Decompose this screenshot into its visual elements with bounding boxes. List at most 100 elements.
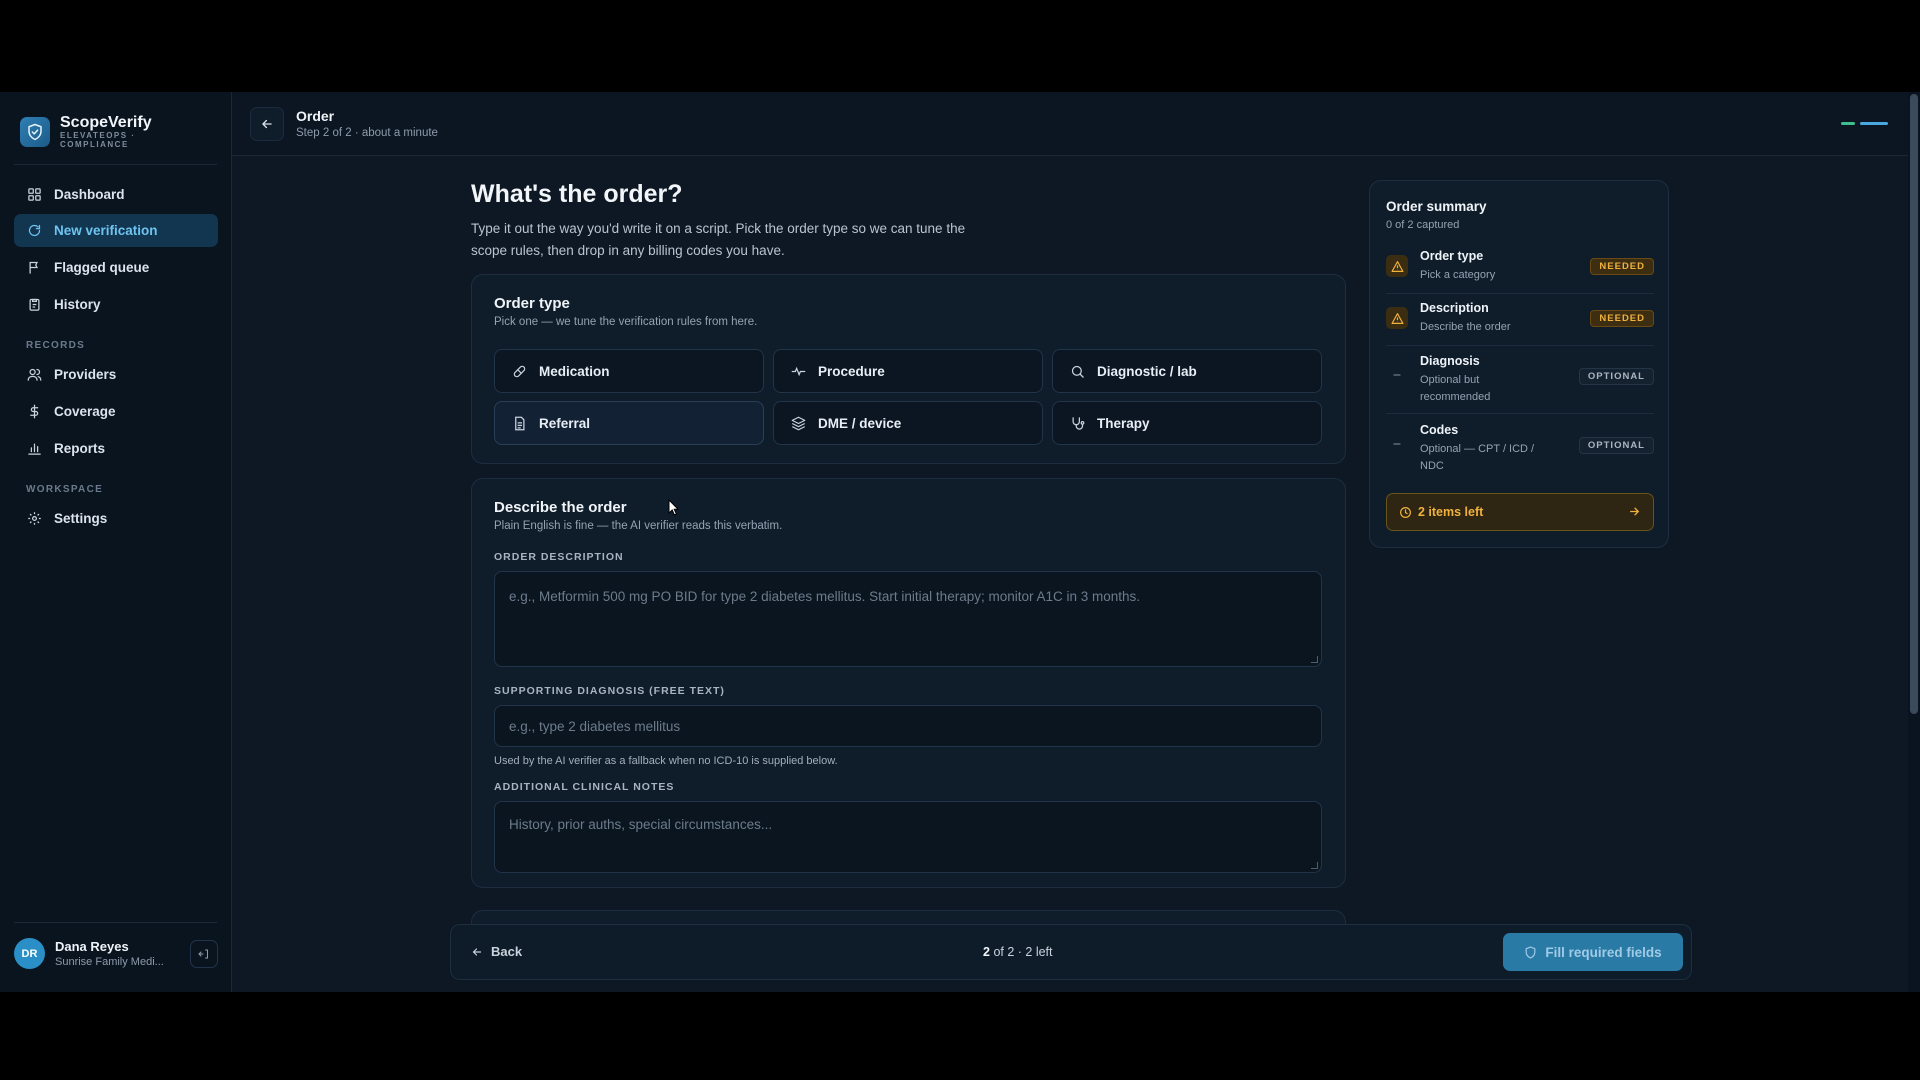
sidebar-item-dashboard[interactable]: Dashboard	[14, 178, 218, 211]
summary-item-sub: Optional but recommended	[1420, 374, 1491, 403]
top-header: Order Step 2 of 2 · about a minute	[232, 92, 1920, 156]
step-indicator-done	[1841, 122, 1855, 125]
summary-subtitle: 0 of 2 captured	[1386, 219, 1460, 231]
flag-icon	[26, 260, 42, 276]
resize-handle-icon[interactable]	[1311, 862, 1318, 869]
divider	[14, 164, 217, 165]
dollar-icon	[26, 404, 42, 420]
status-badge: OPTIONAL	[1578, 368, 1654, 385]
order-type-card: Order type Pick one — we tune the verifi…	[471, 274, 1346, 464]
summary-item-sub: Describe the order	[1420, 321, 1511, 333]
bar-chart-icon	[26, 441, 42, 457]
shield-icon	[1525, 945, 1536, 959]
layers-icon	[790, 415, 806, 431]
header-title: Order	[296, 108, 335, 124]
status-badge: OPTIONAL	[1578, 437, 1654, 454]
warning-icon	[1386, 307, 1408, 329]
scrollbar-thumb[interactable]	[1910, 94, 1918, 714]
step-counter: 2 of 2 · 2 left	[983, 945, 1053, 959]
warning-icon	[1386, 255, 1408, 277]
user-profile[interactable]: DR Dana Reyes Sunrise Family Medi...	[14, 938, 218, 969]
items-left-button[interactable]: 2 items left	[1386, 493, 1654, 531]
brand-subtitle-1: ELEVATEOPS ·	[60, 131, 136, 140]
summary-item-title: Codes	[1420, 423, 1459, 437]
divider	[1386, 413, 1654, 414]
pulse-icon	[790, 363, 806, 379]
users-icon	[26, 367, 42, 383]
step-current: 2	[983, 945, 990, 959]
describe-order-card: Describe the order Plain English is fine…	[471, 478, 1346, 888]
clinical-notes-label: ADDITIONAL CLINICAL NOTES	[494, 781, 675, 793]
card-title: Describe the order	[494, 499, 627, 516]
order-type-procedure[interactable]: Procedure	[773, 349, 1043, 393]
sidebar-item-label: Providers	[54, 367, 117, 382]
back-button[interactable]: Back	[471, 944, 522, 959]
card-title: Order type	[494, 295, 570, 312]
divider	[1386, 345, 1654, 346]
sidebar-item-label: Reports	[54, 441, 106, 456]
step-progress	[1841, 122, 1888, 125]
sidebar-item-providers[interactable]: Providers	[14, 358, 218, 391]
sidebar-item-history[interactable]: History	[14, 288, 218, 321]
diagnosis-hint: Used by the AI verifier as a fallback wh…	[494, 755, 838, 767]
option-label: Procedure	[818, 363, 885, 379]
fill-button-label: Fill required fields	[1545, 944, 1662, 960]
status-badge: NEEDED	[1590, 258, 1654, 275]
arrow-left-icon	[472, 947, 482, 956]
brand[interactable]: ScopeVerify ELEVATEOPS · COMPLIANCE	[20, 114, 152, 149]
order-type-dme-device[interactable]: DME / device	[773, 401, 1043, 445]
card-subtitle: Plain English is fine — the AI verifier …	[494, 520, 783, 532]
option-label: DME / device	[818, 415, 902, 431]
placeholder: e.g., type 2 diabetes mellitus	[509, 719, 681, 734]
sidebar-item-settings[interactable]: Settings	[14, 502, 218, 535]
step-rest: of 2 · 2 left	[993, 945, 1053, 959]
supporting-diagnosis-input[interactable]: e.g., type 2 diabetes mellitus	[494, 705, 1322, 747]
summary-title: Order summary	[1386, 199, 1487, 214]
gear-icon	[26, 511, 42, 527]
option-label: Referral	[539, 415, 591, 431]
summary-item-sub: Pick a category	[1420, 269, 1496, 281]
order-type-referral[interactable]: Referral	[494, 401, 764, 445]
arrow-left-icon	[262, 119, 272, 129]
pill-icon	[511, 363, 527, 379]
sidebar-item-label: New verification	[54, 223, 158, 238]
scrollbar[interactable]	[1908, 92, 1920, 992]
summary-item-sub: Optional — CPT / ICD / NDC	[1420, 443, 1535, 472]
summary-item-title: Order type	[1420, 249, 1484, 263]
page-description: Type it out the way you'd write it on a …	[471, 221, 966, 258]
option-label: Diagnostic / lab	[1097, 363, 1197, 379]
stethoscope-icon	[1069, 415, 1085, 431]
header-back-button[interactable]	[250, 107, 284, 141]
order-summary-panel: Order summary 0 of 2 captured Order type…	[1369, 180, 1669, 548]
grid-icon	[26, 187, 42, 203]
sidebar-item-flagged-queue[interactable]: Flagged queue	[14, 251, 218, 284]
order-description-textarea[interactable]: e.g., Metformin 500 mg PO BID for type 2…	[494, 571, 1322, 667]
sidebar-item-label: Settings	[54, 511, 108, 526]
arrow-right-icon	[1630, 507, 1640, 516]
section-heading-workspace: WORKSPACE	[26, 484, 104, 495]
dash-icon	[1386, 364, 1408, 386]
logout-icon	[198, 949, 208, 959]
user-name: Dana Reyes	[55, 939, 129, 954]
order-type-therapy[interactable]: Therapy	[1052, 401, 1322, 445]
document-icon	[511, 415, 527, 431]
shield-check-logo-icon	[20, 116, 50, 147]
items-left-label: 2 items left	[1418, 505, 1484, 519]
app-window: ScopeVerify ELEVATEOPS · COMPLIANCE Dash…	[0, 92, 1920, 992]
sidebar-item-label: Dashboard	[54, 187, 125, 202]
placeholder: e.g., Metformin 500 mg PO BID for type 2…	[509, 589, 1141, 604]
order-type-diagnostic-lab[interactable]: Diagnostic / lab	[1052, 349, 1322, 393]
sidebar-item-coverage[interactable]: Coverage	[14, 395, 218, 428]
sidebar-item-label: Flagged queue	[54, 260, 150, 275]
sidebar-item-reports[interactable]: Reports	[14, 432, 218, 465]
order-type-medication[interactable]: Medication	[494, 349, 764, 393]
supporting-diagnosis-label: SUPPORTING DIAGNOSIS (FREE TEXT)	[494, 685, 725, 697]
clinical-notes-textarea[interactable]: History, prior auths, special circumstan…	[494, 801, 1322, 873]
fill-required-fields-button[interactable]: Fill required fields	[1503, 933, 1683, 971]
sidebar-item-label: History	[54, 297, 101, 312]
sidebar-item-new-verification[interactable]: New verification	[14, 214, 218, 247]
back-label: Back	[491, 944, 523, 959]
resize-handle-icon[interactable]	[1311, 656, 1318, 663]
logout-button[interactable]	[190, 940, 218, 968]
option-label: Medication	[539, 363, 610, 379]
